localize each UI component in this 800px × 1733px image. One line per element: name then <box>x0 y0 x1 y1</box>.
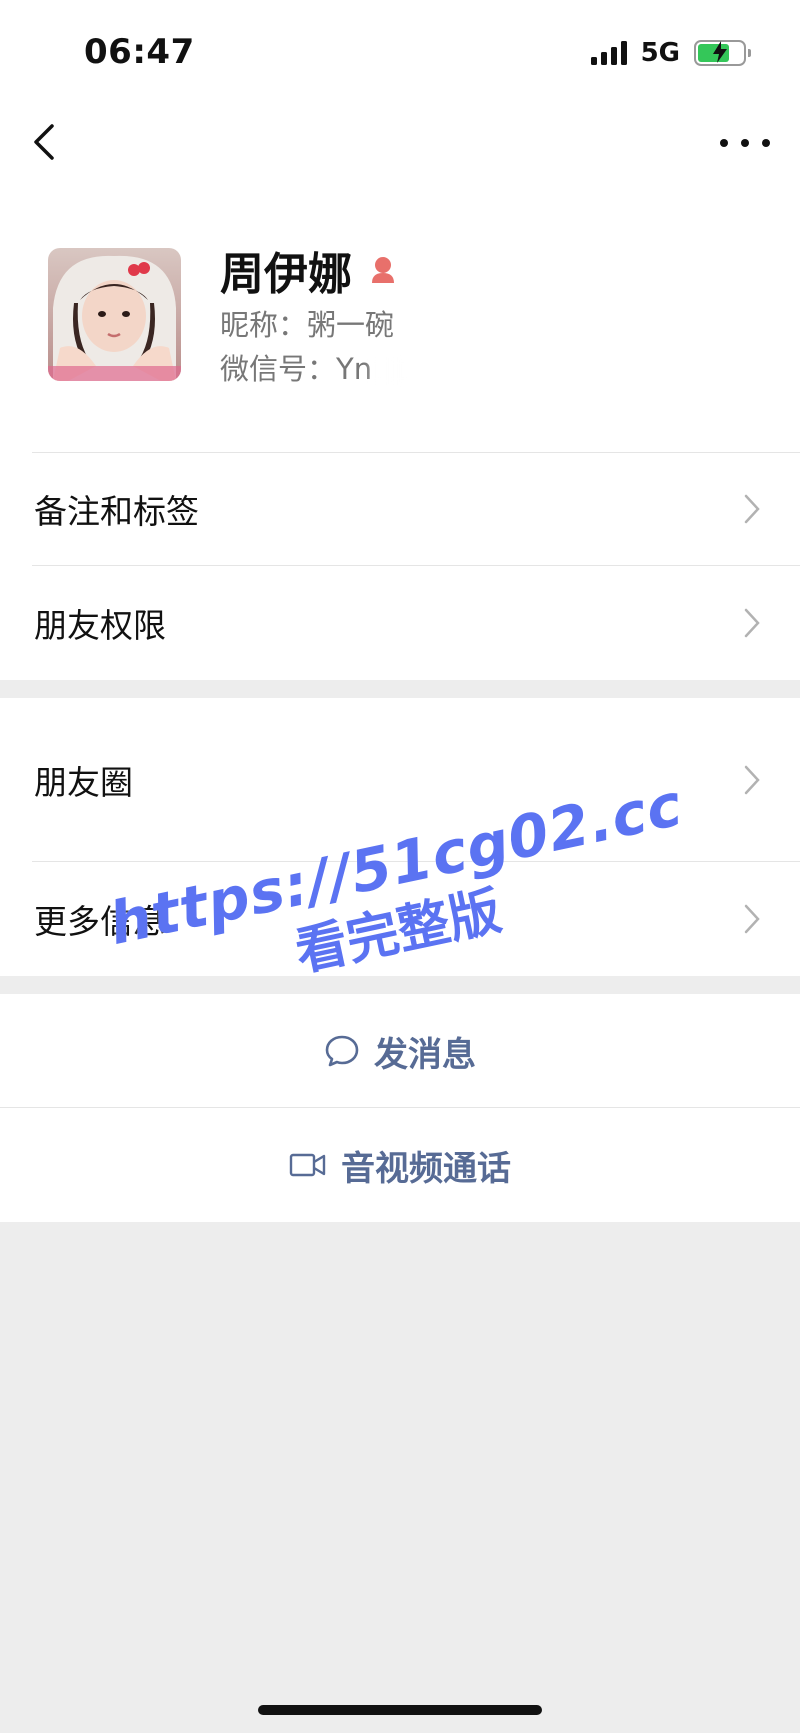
blurred-id-mask <box>368 357 439 385</box>
video-camera-icon <box>289 1153 326 1177</box>
menu-item-label: 朋友圈 <box>34 763 133 802</box>
status-indicators: 5G <box>590 38 751 68</box>
avatar[interactable] <box>48 248 181 381</box>
network-type: 5G <box>640 38 680 68</box>
chevron-left-icon <box>34 124 54 160</box>
menu-section-2: 朋友圈 更多信息 <box>0 698 800 976</box>
contact-name: 周伊娜 <box>220 249 352 300</box>
menu-section-1: 备注和标签 朋友权限 <box>0 452 800 680</box>
status-bar: 06:47 5G <box>0 0 800 100</box>
status-time: 06:47 <box>84 32 195 72</box>
menu-item-more-info[interactable]: 更多信息 <box>0 862 800 976</box>
chevron-right-icon <box>744 608 760 638</box>
back-button[interactable] <box>26 118 66 166</box>
nav-bar <box>0 100 800 186</box>
menu-item-label: 更多信息 <box>34 902 166 941</box>
action-section: 发消息 音视频通话 <box>0 994 800 1222</box>
nickname: 昵称：粥一碗 <box>220 308 395 342</box>
menu-item-remarks-tags[interactable]: 备注和标签 <box>0 452 800 566</box>
chevron-right-icon <box>744 494 760 524</box>
chevron-right-icon <box>744 904 760 934</box>
menu-item-friend-permissions[interactable]: 朋友权限 <box>0 566 800 680</box>
more-dots-icon <box>720 139 728 147</box>
signal-bars-icon <box>590 41 627 65</box>
chat-bubble-icon <box>325 1035 359 1067</box>
contact-profile-page: 06:47 5G 周伊娜 昵称：粥一碗 微信号：Yn 备注和标签 朋友权限 朋友… <box>0 0 800 1733</box>
profile-header: 周伊娜 昵称：粥一碗 微信号：Yn <box>0 186 800 452</box>
female-icon <box>372 257 394 283</box>
wechat-id-row: 微信号：Yn <box>220 346 439 388</box>
menu-item-label: 朋友权限 <box>34 606 166 645</box>
menu-item-label: 备注和标签 <box>34 492 199 531</box>
menu-item-moments[interactable]: 朋友圈 <box>0 698 800 862</box>
audio-video-call-button[interactable]: 音视频通话 <box>0 1108 800 1222</box>
chevron-right-icon <box>744 765 760 795</box>
send-message-button[interactable]: 发消息 <box>0 994 800 1108</box>
battery-charging-icon <box>694 40 751 66</box>
name-row: 周伊娜 <box>220 238 400 302</box>
send-message-label: 发消息 <box>374 1034 476 1075</box>
more-button[interactable] <box>720 126 770 160</box>
wechat-id: 微信号：Yn <box>220 352 373 386</box>
home-indicator[interactable] <box>258 1705 542 1715</box>
audio-video-call-label: 音视频通话 <box>341 1148 511 1189</box>
